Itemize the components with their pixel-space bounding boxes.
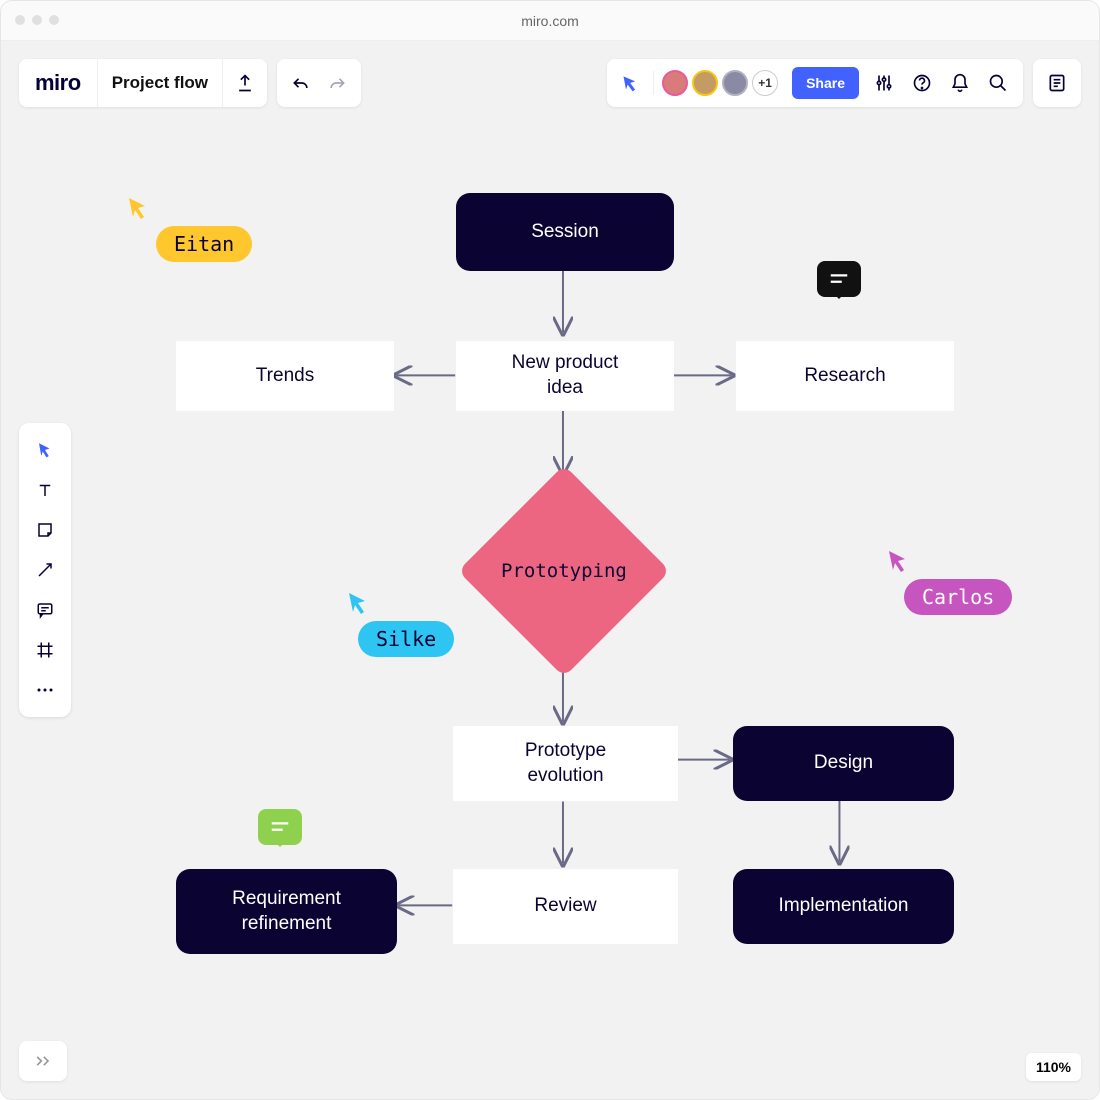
node-label: Implementation: [779, 894, 909, 919]
node-review[interactable]: Review: [453, 869, 678, 944]
collaborator-cursor-carlos: Carlos: [886, 549, 1012, 615]
cursor-icon: [126, 196, 150, 220]
more-icon: [36, 687, 54, 693]
node-label: Prototyping: [501, 560, 627, 582]
search-button[interactable]: [979, 59, 1017, 107]
present-button[interactable]: [613, 74, 649, 92]
cursor-arrow-icon: [621, 74, 641, 92]
pointer-icon: [36, 441, 54, 459]
node-design[interactable]: Design: [733, 726, 954, 801]
more-tools[interactable]: [25, 671, 65, 709]
cursor-name: Silke: [358, 621, 454, 657]
browser-url: miro.com: [521, 13, 579, 29]
comment-lines-icon: [828, 272, 850, 286]
sticky-tool[interactable]: [25, 511, 65, 549]
traffic-min[interactable]: [32, 15, 42, 25]
top-toolbar: miro Project flow: [19, 59, 1081, 107]
comment-marker[interactable]: [817, 261, 861, 297]
export-button[interactable]: [223, 59, 267, 107]
avatar-stack[interactable]: +1: [658, 70, 786, 96]
collaborator-cursor-eitan: Eitan: [126, 196, 252, 262]
node-trends[interactable]: Trends: [176, 341, 394, 411]
avatar[interactable]: [722, 70, 748, 96]
history-pill: [277, 59, 361, 107]
tool-palette: [19, 423, 71, 717]
zoom-level[interactable]: 110%: [1026, 1053, 1081, 1081]
app-window: miro.com miro Project flow: [0, 0, 1100, 1100]
chevrons-right-icon: [33, 1054, 53, 1068]
undo-icon: [291, 74, 311, 92]
undo-button[interactable]: [283, 59, 319, 107]
cursor-name: Carlos: [904, 579, 1012, 615]
traffic-lights: [15, 15, 59, 25]
node-label: Prototypeevolution: [525, 739, 606, 788]
node-label: Design: [814, 751, 873, 776]
sticky-icon: [36, 521, 54, 539]
avatar[interactable]: [692, 70, 718, 96]
redo-button[interactable]: [319, 59, 355, 107]
text-tool[interactable]: [25, 471, 65, 509]
collab-pill: +1 Share: [607, 59, 1023, 107]
notes-icon: [1047, 73, 1067, 93]
board-info-pill: miro Project flow: [19, 59, 267, 107]
text-icon: [36, 481, 54, 499]
miro-logo[interactable]: miro: [19, 59, 98, 107]
node-label: Trends: [256, 364, 314, 389]
node-label: Requirementrefinement: [232, 887, 341, 936]
node-label: Session: [531, 220, 599, 245]
right-icon-group: [865, 59, 1017, 107]
redo-icon: [327, 74, 347, 92]
comments-panel-button[interactable]: [1033, 59, 1081, 107]
bell-icon: [950, 73, 970, 93]
line-tool[interactable]: [25, 551, 65, 589]
node-prototyping[interactable]: Prototyping: [459, 466, 669, 676]
arrow-icon: [36, 561, 54, 579]
node-requirement-refinement[interactable]: Requirementrefinement: [176, 869, 397, 954]
collaborator-cursor-silke: Silke: [346, 591, 454, 657]
sliders-icon: [874, 73, 894, 93]
node-research[interactable]: Research: [736, 341, 954, 411]
search-icon: [988, 73, 1008, 93]
browser-titlebar: miro.com: [1, 1, 1099, 41]
frame-icon: [36, 641, 54, 659]
share-button[interactable]: Share: [792, 67, 859, 99]
collapse-panel-button[interactable]: [19, 1041, 67, 1081]
settings-button[interactable]: [865, 59, 903, 107]
cursor-name: Eitan: [156, 226, 252, 262]
node-new-product-idea[interactable]: New productidea: [456, 341, 674, 411]
select-tool[interactable]: [25, 431, 65, 469]
comment-tool[interactable]: [25, 591, 65, 629]
comment-marker[interactable]: [258, 809, 302, 845]
help-button[interactable]: [903, 59, 941, 107]
node-prototype-evolution[interactable]: Prototypeevolution: [453, 726, 678, 801]
export-icon: [235, 73, 255, 93]
cursor-icon: [886, 549, 910, 573]
node-label: New productidea: [512, 351, 619, 400]
node-implementation[interactable]: Implementation: [733, 869, 954, 944]
traffic-max[interactable]: [49, 15, 59, 25]
cursor-icon: [346, 591, 370, 615]
comment-lines-icon: [269, 820, 291, 834]
frame-tool[interactable]: [25, 631, 65, 669]
canvas-area[interactable]: miro Project flow: [1, 41, 1099, 1099]
board-title[interactable]: Project flow: [98, 59, 223, 107]
help-icon: [912, 73, 932, 93]
notifications-button[interactable]: [941, 59, 979, 107]
traffic-close[interactable]: [15, 15, 25, 25]
node-label: Review: [534, 894, 596, 919]
node-session[interactable]: Session: [456, 193, 674, 271]
node-label: Research: [804, 364, 885, 389]
comment-icon: [36, 601, 54, 619]
avatar-overflow[interactable]: +1: [752, 70, 778, 96]
avatar[interactable]: [662, 70, 688, 96]
